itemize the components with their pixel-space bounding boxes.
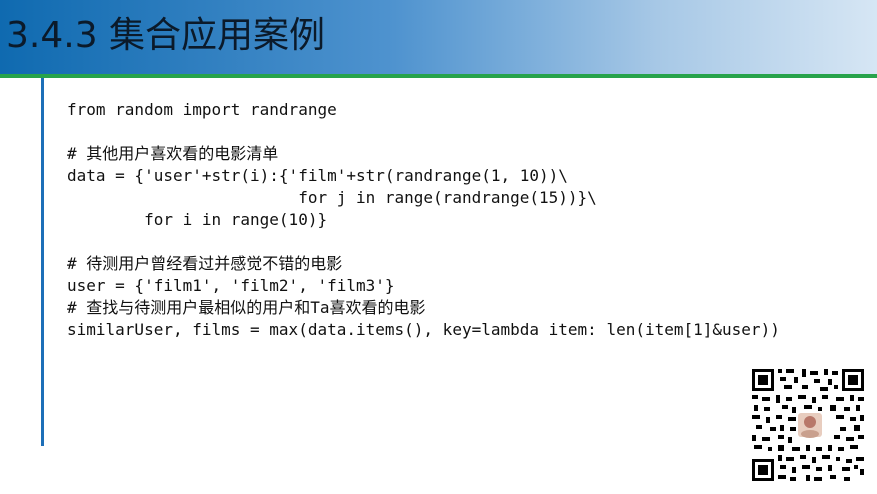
code-line: for j in range(randrange(15))}\	[67, 188, 597, 207]
title-underline	[0, 74, 877, 78]
slide-title: 3.4.3 集合应用案例	[6, 15, 326, 56]
code-line: from random import randrange	[67, 100, 337, 119]
code-line: similarUser, films = max(data.items(), k…	[67, 320, 780, 339]
code-line: user = {'film1', 'film2', 'film3'}	[67, 276, 395, 295]
code-line: # 其他用户喜欢看的电影清单	[67, 144, 279, 163]
qr-code-icon	[750, 367, 866, 483]
left-accent-line	[41, 78, 44, 446]
code-block: from random import randrange # 其他用户喜欢看的电…	[67, 99, 780, 341]
code-line: data = {'user'+str(i):{'film'+str(randra…	[67, 166, 568, 185]
code-line: # 待测用户曾经看过并感觉不错的电影	[67, 254, 343, 273]
slide: 3.4.3 集合应用案例 from random import randrang…	[0, 0, 877, 494]
code-line: # 查找与待测用户最相似的用户和Ta喜欢看的电影	[67, 298, 426, 317]
code-line: for i in range(10)}	[67, 210, 328, 229]
